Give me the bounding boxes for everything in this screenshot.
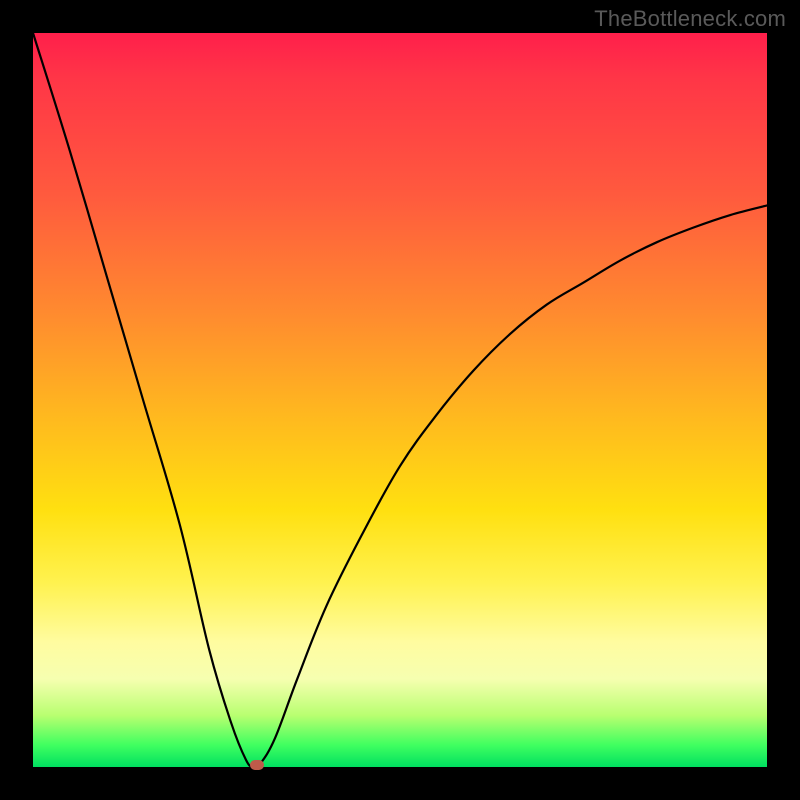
bottleneck-curve [33, 33, 767, 768]
watermark-text: TheBottleneck.com [594, 6, 786, 32]
curve-svg [33, 33, 767, 767]
chart-frame: TheBottleneck.com [0, 0, 800, 800]
plot-area [33, 33, 767, 767]
optimum-marker [250, 760, 264, 770]
